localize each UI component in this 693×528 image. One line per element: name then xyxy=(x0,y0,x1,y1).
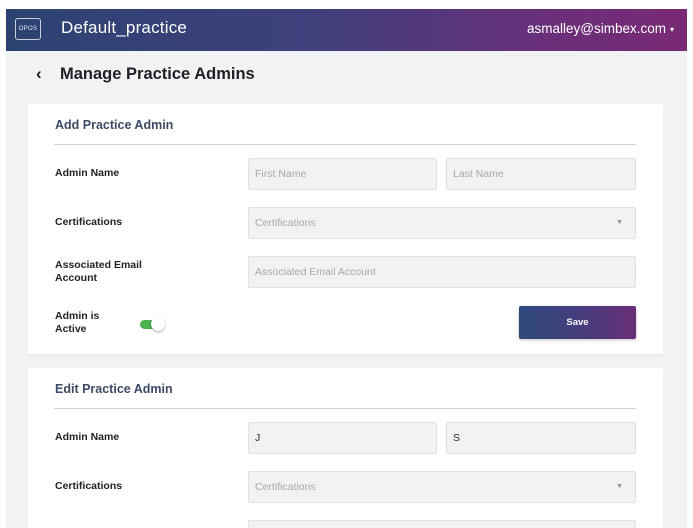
certifications-label: Certifications xyxy=(55,480,123,492)
add-practice-admin-card: Add Practice Admin Admin Name First Name… xyxy=(28,104,663,354)
chevron-down-icon: ▼ xyxy=(616,219,623,226)
admin-active-label: Admin is Active xyxy=(55,310,99,336)
certifications-select[interactable]: Certifications ▼ xyxy=(248,207,636,239)
app-header: OPOS Default_practice asmalley@simbex.co… xyxy=(6,9,687,51)
card-title: Edit Practice Admin xyxy=(55,382,173,396)
admin-name-label: Admin Name xyxy=(55,431,120,443)
user-email: asmalley@simbex.com xyxy=(526,21,666,36)
admin-active-toggle[interactable] xyxy=(139,316,165,332)
user-menu[interactable]: asmalley@simbex.com ▾ xyxy=(527,21,674,36)
certifications-label: Certifications xyxy=(55,216,123,228)
associated-email-label: Associated Email Account xyxy=(55,259,142,285)
admin-name-label: Admin Name xyxy=(55,167,120,179)
certifications-placeholder: Certifications xyxy=(255,481,316,493)
save-button[interactable]: Save xyxy=(519,306,636,339)
associated-email-input[interactable]: Associated Email Account xyxy=(248,256,636,288)
toggle-knob xyxy=(151,317,165,331)
associated-email-input[interactable] xyxy=(248,520,636,528)
page-title: Manage Practice Admins xyxy=(60,64,255,83)
chevron-down-icon: ▼ xyxy=(616,483,623,490)
card-title: Add Practice Admin xyxy=(55,118,174,132)
app-title: Default_practice xyxy=(61,18,188,37)
label-line: Account xyxy=(55,272,97,284)
first-name-input[interactable]: First Name xyxy=(248,158,437,190)
page-header: ‹ Manage Practice Admins xyxy=(36,64,255,84)
divider xyxy=(54,408,636,409)
last-name-input[interactable]: S xyxy=(446,422,636,454)
main-content: ‹ Manage Practice Admins Add Practice Ad… xyxy=(6,51,687,528)
label-line: Admin is xyxy=(55,310,100,322)
first-name-input[interactable]: J xyxy=(248,422,437,454)
label-line: Associated Email xyxy=(55,259,142,271)
label-line: Active xyxy=(55,323,87,335)
caret-down-icon: ▾ xyxy=(669,24,674,34)
last-name-input[interactable]: Last Name xyxy=(446,158,636,190)
certifications-select[interactable]: Certifications ▼ xyxy=(248,471,636,503)
certifications-placeholder: Certifications xyxy=(255,217,316,229)
edit-practice-admin-card: Edit Practice Admin Admin Name J S Certi… xyxy=(28,368,663,528)
divider xyxy=(54,144,636,145)
app-logo[interactable]: OPOS xyxy=(15,18,41,40)
back-arrow-icon[interactable]: ‹ xyxy=(36,64,46,84)
